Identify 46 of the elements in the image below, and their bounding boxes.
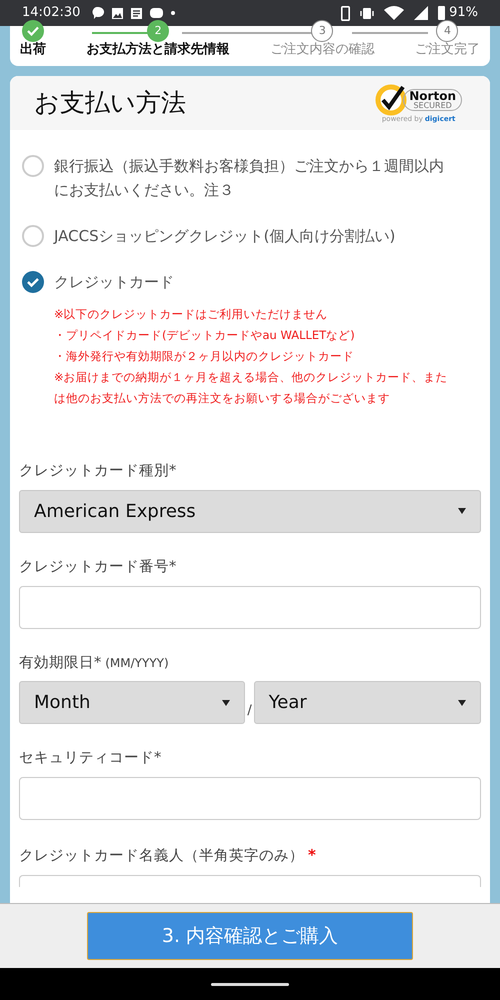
dot-icon (171, 11, 176, 15)
step-number: 2 (147, 20, 170, 42)
step-number: 4 (436, 20, 458, 42)
step-label: ご注文完了 (414, 42, 480, 58)
field-label: セキュリティコード* (19, 749, 162, 768)
radio-option[interactable]: 銀行振込（振込手数料お客様負担）ご注文から１週間以内にお支払いください。注３ (22, 154, 478, 202)
caret-icon (458, 508, 466, 514)
vibrate-icon (360, 8, 374, 18)
status-time: 14:02:30 (22, 4, 80, 22)
field-label: クレジットカード名義人（半角英字のみ） (19, 846, 304, 866)
chat-bubble-icon (92, 7, 104, 19)
image-icon (112, 8, 124, 18)
radio-option[interactable]: クレジットカード (22, 270, 478, 294)
text-field[interactable] (19, 874, 481, 887)
section-title: お支払い方法 (34, 87, 186, 120)
format-hint: (MM/YYYY) (105, 654, 169, 672)
notice-text: ※以下のクレジットカードはご利用いただけません (54, 306, 329, 323)
step-label: お支払方法と請求先情報 (86, 42, 230, 58)
notice-text: ・海外発行や有効期限が２ヶ月以内のクレジットカード (54, 348, 355, 365)
phone-icon (341, 6, 350, 20)
text-field[interactable] (19, 586, 481, 628)
field-label: クレジットカード番号* (19, 558, 176, 577)
step-label: 出荷 (20, 42, 46, 58)
caret-icon (222, 700, 230, 706)
radio-option[interactable]: JACCSショッピングクレジット(個人向け分割払い) (22, 224, 478, 248)
step-number: 3 (311, 20, 334, 42)
battery-icon (438, 6, 446, 20)
step-label: ご注文内容の確認 (270, 42, 374, 58)
wifi-icon (384, 6, 404, 20)
signal-icon (414, 6, 428, 20)
caret-icon (458, 700, 466, 706)
norton-brand: Norton (409, 90, 456, 102)
field-label: クレジットカード種別* (19, 462, 176, 481)
field-label: 有効期限日* (19, 654, 102, 672)
document-icon (131, 8, 142, 18)
dropdown[interactable]: American Express (19, 490, 481, 533)
battery-percent: 91% (449, 4, 478, 22)
notice-text: ・プリペイドカード(デビットカードやau WALLETなど) (54, 327, 356, 344)
checkmark-icon (375, 84, 408, 116)
dropdown[interactable]: Month (19, 681, 246, 724)
text-field[interactable] (19, 777, 481, 820)
secured-text: SECURED (413, 102, 452, 110)
notice-text: ※お届けまでの納期が１ヶ月を超える場合、他のクレジットカード、または他のお支払い方法での再注文をお願いする場合がございます (54, 369, 449, 407)
required-mark: * (308, 845, 316, 866)
dropdown[interactable]: Year (254, 681, 481, 724)
date-separator: / (247, 702, 252, 720)
